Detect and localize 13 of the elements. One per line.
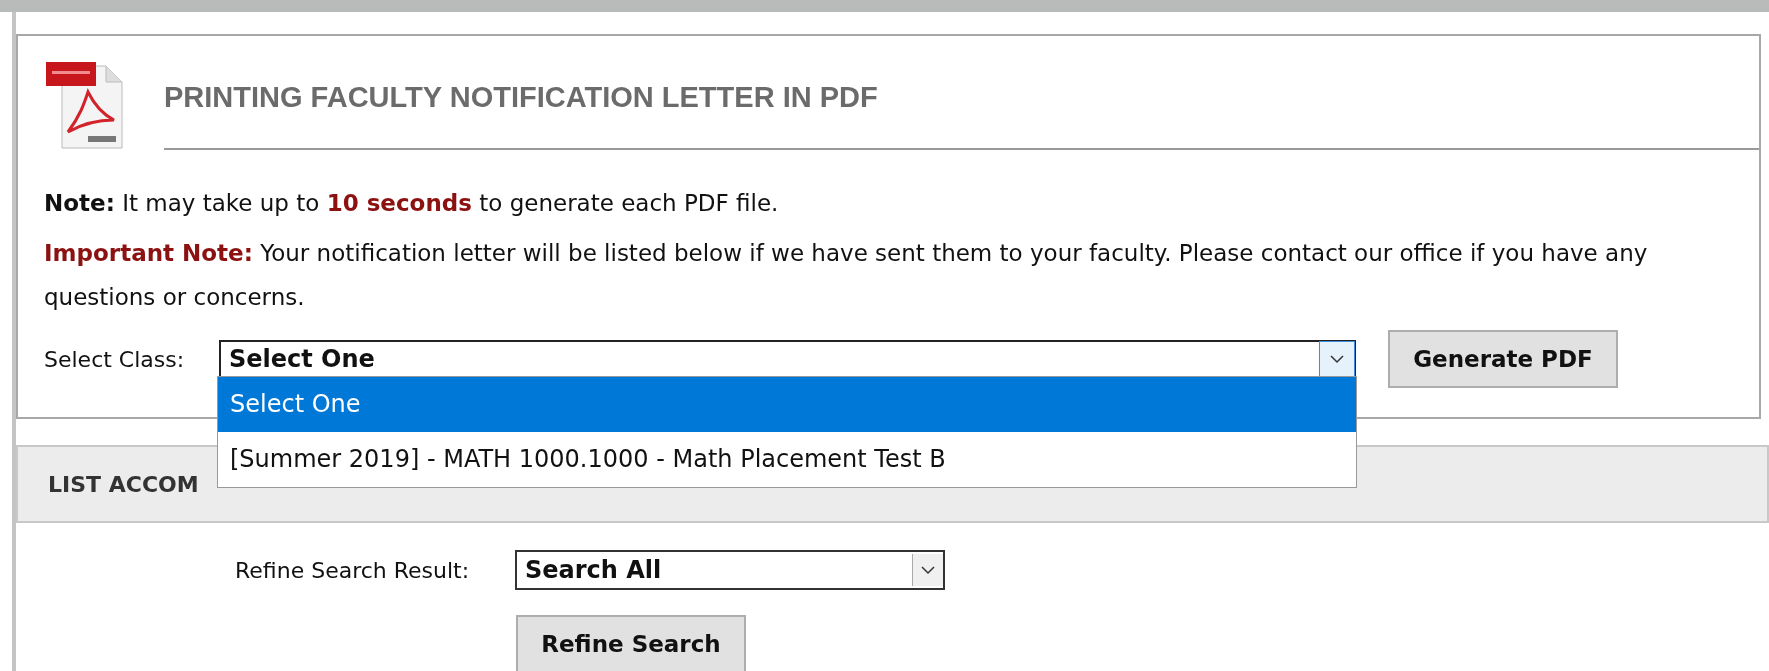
refine-search-button[interactable]: Refine Search bbox=[516, 615, 746, 671]
refine-search-select[interactable]: Search All bbox=[515, 550, 945, 590]
refine-search-label: Refine Search Result: bbox=[235, 557, 471, 583]
dropdown-option[interactable]: [Summer 2019] - MATH 1000.1000 - Math Placement Test B bbox=[218, 432, 1356, 487]
dropdown-caret-icon bbox=[912, 554, 943, 586]
important-note-text: Important Note: Your notification letter will be listed below if we have sent them to your faculty. Please contact our office if you have any questions or concerns. bbox=[44, 239, 1649, 312]
dropdown-caret-icon bbox=[1320, 342, 1354, 376]
section-title: PRINTING FACULTY NOTIFICATION LETTER IN PDF bbox=[164, 80, 879, 115]
dropdown-option[interactable]: Select One bbox=[218, 377, 1356, 432]
section-title: LIST ACCOM bbox=[48, 471, 199, 497]
select-class-label: Select Class: bbox=[44, 346, 186, 372]
generate-pdf-button[interactable]: Generate PDF bbox=[1388, 330, 1618, 388]
note-text: Note: It may take up to 10 seconds to generate each PDF file. bbox=[44, 189, 780, 218]
